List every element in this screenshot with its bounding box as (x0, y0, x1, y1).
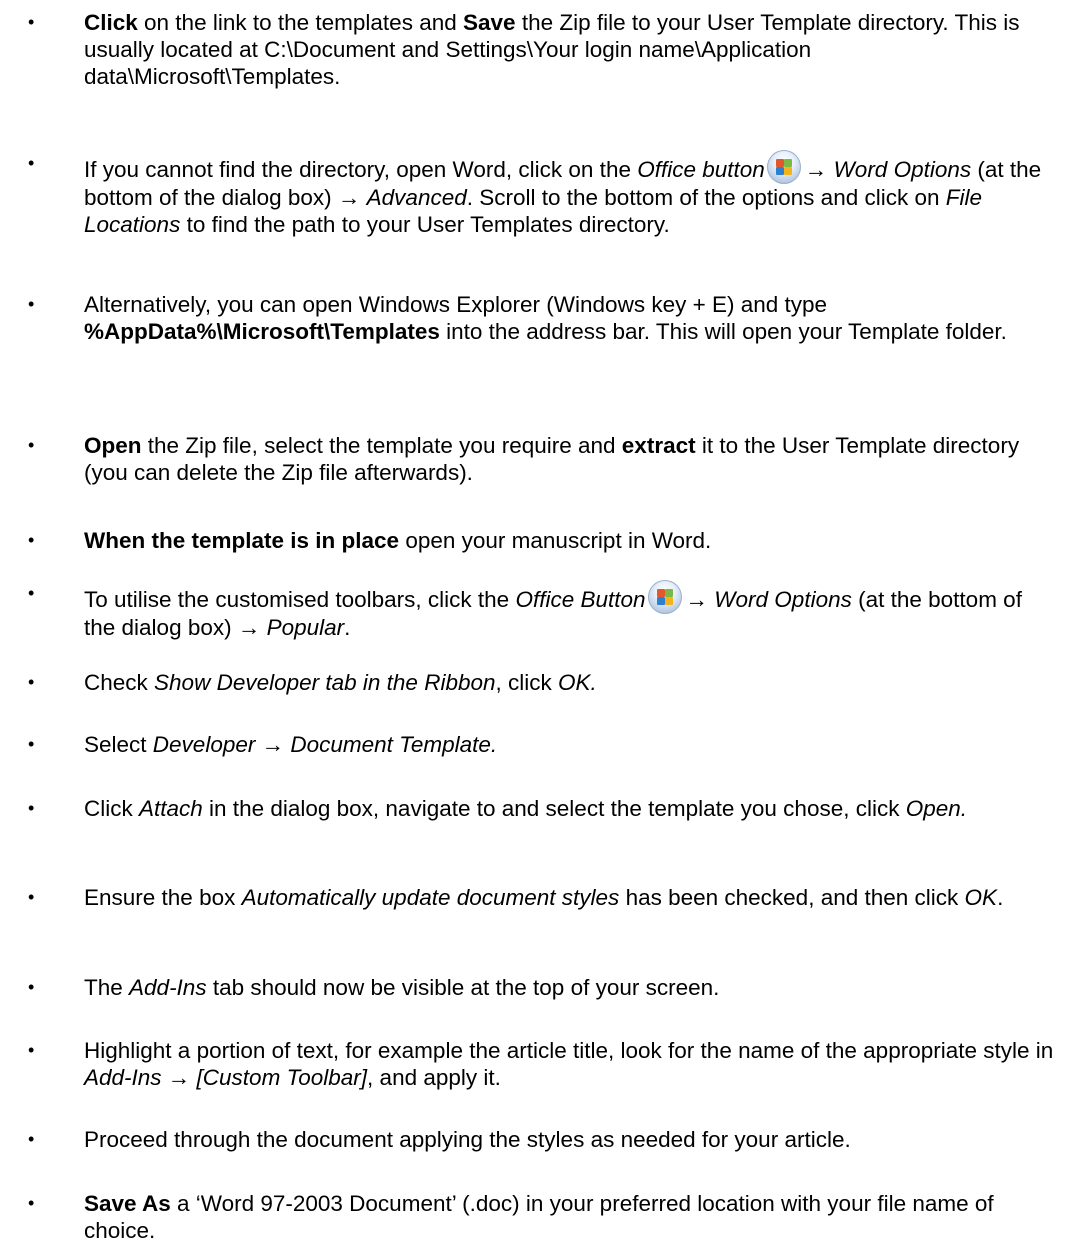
italic-text: Attach (139, 796, 203, 821)
italic-text: Office Button (515, 587, 646, 612)
bold-text: When the template is in place (84, 528, 400, 553)
bold-text: %AppData%\Microsoft\Templates (84, 319, 440, 344)
text-run: in the dialog box, navigate to and selec… (202, 796, 906, 821)
bold-text: Open (84, 433, 142, 458)
text-run: open your manuscript in Word. (399, 528, 712, 553)
italic-text: Add-Ins (129, 975, 207, 1000)
italic-text: OK. (558, 670, 597, 695)
bold-text: Click (84, 10, 138, 35)
text-run: . (344, 615, 351, 640)
text-run: on the link to the templates and (137, 10, 463, 35)
text-run: Ensure the box (84, 885, 242, 910)
text-run: . (997, 885, 1004, 910)
instruction-item: The Add-Ins tab should now be visible at… (28, 974, 1059, 1001)
text-run: → (804, 157, 834, 182)
text-run: , and apply it. (367, 1065, 501, 1090)
italic-text: Office button (637, 157, 765, 182)
instruction-item: Alternatively, you can open Windows Expl… (28, 291, 1059, 345)
instruction-item: Click Attach in the dialog box, navigate… (28, 795, 1059, 822)
text-run: Alternatively, you can open Windows Expl… (84, 292, 828, 317)
office-button-icon (647, 580, 682, 614)
instruction-item: Ensure the box Automatically update docu… (28, 884, 1059, 911)
italic-text: Advanced (366, 185, 467, 210)
italic-text: Automatically update document styles (241, 885, 620, 910)
instruction-item: When the template is in place open your … (28, 527, 1059, 554)
bold-text: Save As (84, 1191, 171, 1216)
italic-text: OK (964, 885, 998, 910)
instruction-item: Check Show Developer tab in the Ribbon, … (28, 669, 1059, 696)
text-run: → (685, 587, 715, 612)
bold-text: Save (463, 10, 516, 35)
text-run: a ‘Word 97-2003 Document’ (.doc) in your… (84, 1191, 994, 1243)
instruction-item: Highlight a portion of text, for example… (28, 1037, 1059, 1091)
text-run: , click (495, 670, 559, 695)
text-run: Click (84, 796, 139, 821)
office-button-icon (766, 150, 801, 184)
italic-text: Show Developer tab in the Ribbon (154, 670, 496, 695)
instruction-item: Open the Zip file, select the template y… (28, 432, 1059, 486)
bold-text: extract (621, 433, 696, 458)
document-page: Click on the link to the templates and S… (0, 0, 1069, 1243)
text-run: Highlight a portion of text, for example… (84, 1038, 1054, 1063)
text-run: The (84, 975, 130, 1000)
italic-text: Popular (266, 615, 345, 640)
text-run: Select (84, 732, 153, 757)
text-run: Proceed through the document applying th… (84, 1127, 851, 1152)
text-run: . Scroll to the bottom of the options an… (466, 185, 946, 210)
instruction-item: Proceed through the document applying th… (28, 1126, 1059, 1153)
text-run: into the address bar. This will open you… (439, 319, 1007, 344)
text-run: to find the path to your User Templates … (180, 212, 670, 237)
italic-text: Developer → Document Template. (152, 732, 498, 757)
instruction-item: Click on the link to the templates and S… (28, 9, 1059, 90)
text-run: If you cannot find the directory, open W… (84, 157, 638, 182)
text-run: has been checked, and then click (619, 885, 965, 910)
text-run: Check (84, 670, 155, 695)
text-run: the Zip file, select the template you re… (141, 433, 622, 458)
text-run: tab should now be visible at the top of … (206, 975, 720, 1000)
instruction-item: Save As a ‘Word 97-2003 Document’ (.doc)… (28, 1190, 1059, 1244)
instruction-item: To utilise the customised toolbars, clic… (28, 580, 1059, 641)
text-run: To utilise the customised toolbars, clic… (84, 587, 516, 612)
instruction-item: If you cannot find the directory, open W… (28, 150, 1059, 238)
italic-text: Open. (905, 796, 968, 821)
italic-text: Word Options (833, 157, 972, 182)
italic-text: Add-Ins → [Custom Toolbar] (84, 1065, 368, 1090)
instruction-item: Select Developer → Document Template. (28, 731, 1059, 758)
italic-text: Word Options (714, 587, 852, 612)
